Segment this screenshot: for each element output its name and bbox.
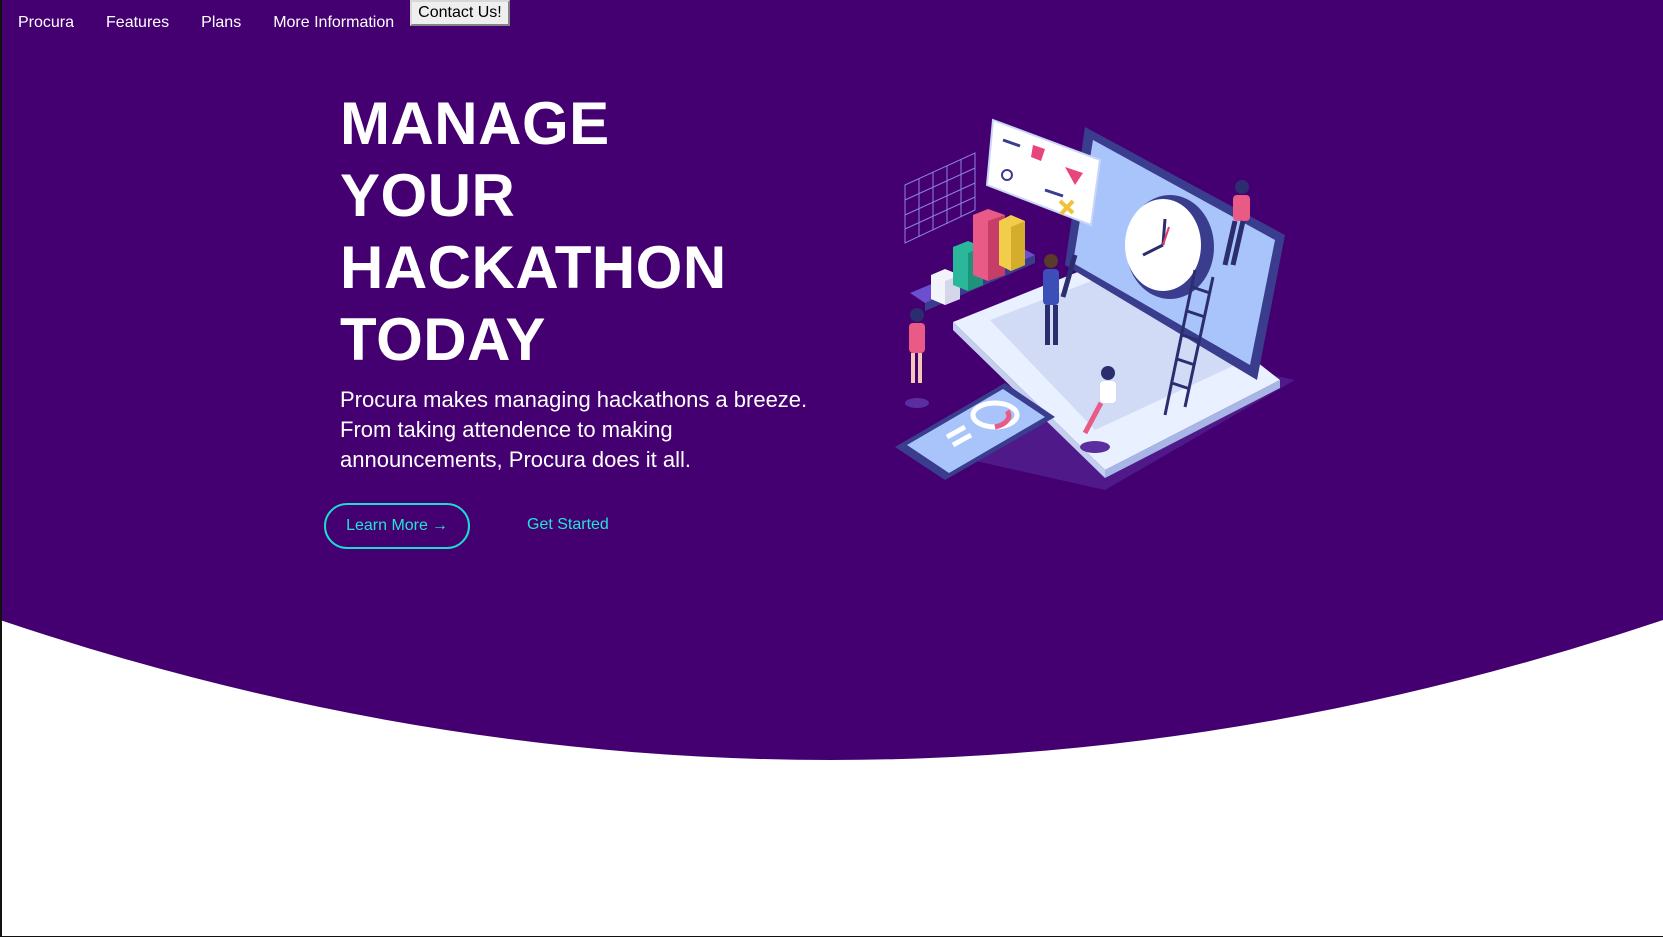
bar-chart-icon: [910, 209, 1035, 311]
grid-icon: [904, 152, 976, 244]
hero-title: MANAGE YOUR HACKATHON TODAY: [340, 88, 820, 376]
hero-title-line: YOUR: [340, 162, 516, 229]
landing-page: Procura Features Plans More Information …: [0, 0, 1663, 937]
nav-link-features[interactable]: Features: [106, 0, 169, 32]
hackathon-illustration: [895, 118, 1295, 490]
top-navigation: Procura Features Plans More Information …: [0, 0, 510, 40]
hero-description: Procura makes managing hackathons a bree…: [340, 387, 808, 472]
nav-link-plans[interactable]: Plans: [201, 0, 241, 32]
hero-title-line: MANAGE: [340, 90, 610, 157]
hero-background: [0, 0, 1663, 760]
learn-more-button[interactable]: Learn More →: [324, 503, 470, 549]
hero-title-line: TODAY: [340, 306, 546, 373]
arrow-right-icon: →: [431, 517, 448, 534]
get-started-link[interactable]: Get Started: [527, 516, 609, 534]
nav-link-more-information[interactable]: More Information: [273, 0, 394, 32]
hero-title-line: HACKATHON: [340, 234, 727, 301]
nav-brand-link[interactable]: Procura: [18, 0, 74, 32]
page-left-edge: [0, 0, 2, 937]
learn-more-label: Learn More: [346, 517, 428, 534]
calendar-icon: [985, 118, 1102, 227]
contact-us-button[interactable]: Contact Us!: [410, 0, 510, 26]
